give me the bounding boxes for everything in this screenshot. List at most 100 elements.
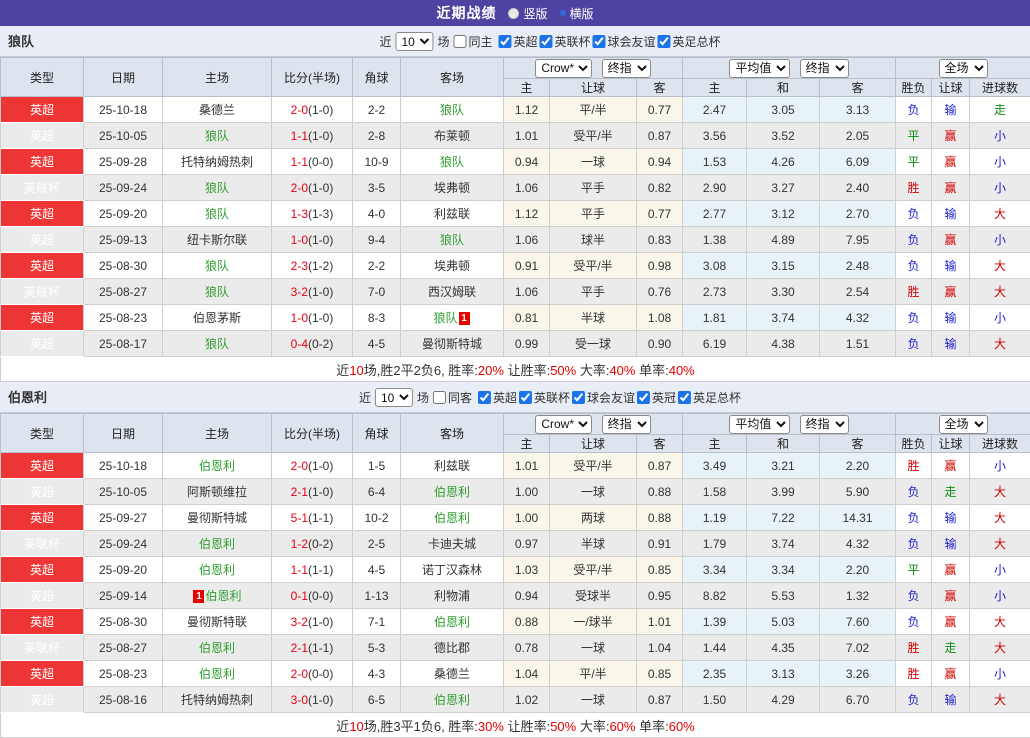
team-link: 狼队 bbox=[205, 337, 229, 351]
score-cell: 1-2(0-2) bbox=[272, 531, 353, 557]
league-filter-球会友谊[interactable]: 球会友谊 bbox=[570, 389, 635, 406]
same-venue-filter[interactable]: 同客 bbox=[431, 389, 472, 406]
team-link: 伯恩利 bbox=[199, 459, 235, 473]
away-team-cell: 埃弗顿 bbox=[401, 175, 504, 201]
goals-result-cell: 小 bbox=[970, 661, 1030, 687]
team-link: 德比郡 bbox=[434, 641, 470, 655]
home-team-cell: 伯恩利 bbox=[163, 531, 272, 557]
avg-select[interactable]: 平均值 bbox=[729, 59, 790, 78]
radio-vertical-icon[interactable] bbox=[508, 8, 519, 19]
league-filter-球会友谊[interactable]: 球会友谊 bbox=[591, 33, 656, 50]
asia-home-odds: 0.91 bbox=[504, 253, 550, 279]
away-team-cell: 西汉姆联 bbox=[401, 279, 504, 305]
league-checkbox[interactable] bbox=[593, 35, 606, 48]
full-score: 3-0 bbox=[291, 693, 308, 707]
same-venue-filter[interactable]: 同主 bbox=[451, 33, 492, 50]
full-score: 0-1 bbox=[291, 589, 308, 603]
col-score: 比分(半场) bbox=[272, 58, 353, 97]
asia-odds-type-select[interactable]: 终指 bbox=[602, 59, 651, 78]
league-checkbox[interactable] bbox=[658, 35, 671, 48]
recent-count-select[interactable]: 10 bbox=[375, 388, 413, 407]
league-badge: 英超 bbox=[1, 149, 84, 175]
same-venue-checkbox[interactable] bbox=[453, 35, 466, 48]
result-cell: 胜 bbox=[896, 279, 932, 305]
league-checkbox[interactable] bbox=[478, 391, 491, 404]
score-cell: 1-1(1-1) bbox=[272, 557, 353, 583]
league-filter-英超[interactable]: 英超 bbox=[496, 33, 537, 50]
bookmaker-select[interactable]: Crow* bbox=[535, 59, 592, 78]
asia-away-odds: 0.94 bbox=[637, 149, 683, 175]
summary-text: 让胜率: bbox=[504, 363, 550, 378]
full-score: 0-4 bbox=[291, 337, 308, 351]
league-filter-英冠[interactable]: 英冠 bbox=[635, 389, 676, 406]
league-checkbox[interactable] bbox=[637, 391, 650, 404]
scope-select[interactable]: 全场 bbox=[939, 415, 988, 434]
league-filter-英联杯[interactable]: 英联杯 bbox=[538, 33, 591, 50]
eu-away-odds: 3.26 bbox=[820, 661, 896, 687]
asia-away-odds: 0.87 bbox=[637, 687, 683, 713]
team-link: 伯恩利 bbox=[205, 589, 241, 603]
match-row: 英联杯25-09-24伯恩利1-2(0-2)2-5卡迪夫城0.97半球0.911… bbox=[1, 531, 1030, 557]
team-link: 桑德兰 bbox=[434, 667, 470, 681]
corner-cell: 10-2 bbox=[353, 505, 401, 531]
bookmaker-select[interactable]: Crow* bbox=[535, 415, 592, 434]
scope-select[interactable]: 全场 bbox=[939, 59, 988, 78]
same-venue-checkbox[interactable] bbox=[433, 391, 446, 404]
league-checkbox[interactable] bbox=[540, 35, 553, 48]
radio-horizontal-icon[interactable] bbox=[560, 10, 566, 16]
league-checkbox[interactable] bbox=[498, 35, 511, 48]
league-checkbox[interactable] bbox=[519, 391, 532, 404]
league-checkbox[interactable] bbox=[572, 391, 585, 404]
league-filter-英足总杯[interactable]: 英足总杯 bbox=[676, 389, 741, 406]
goals-result-cell: 大 bbox=[970, 479, 1030, 505]
asia-away-odds: 0.88 bbox=[637, 505, 683, 531]
away-team-cell: 布莱顿 bbox=[401, 123, 504, 149]
full-score: 5-1 bbox=[291, 511, 308, 525]
league-badge: 英超 bbox=[1, 583, 84, 609]
eu-odds-type-select[interactable]: 终指 bbox=[800, 59, 849, 78]
eu-odds-type-select[interactable]: 终指 bbox=[800, 415, 849, 434]
league-filter-英超[interactable]: 英超 bbox=[476, 389, 517, 406]
league-badge: 英超 bbox=[1, 661, 84, 687]
team-link: 伯恩利 bbox=[434, 485, 470, 499]
league-filter-英足总杯[interactable]: 英足总杯 bbox=[656, 33, 721, 50]
asia-odds-type-select[interactable]: 终指 bbox=[602, 415, 651, 434]
half-score: (0-0) bbox=[308, 155, 333, 169]
layout-option-vertical[interactable]: 竖版 bbox=[508, 5, 547, 22]
asia-handicap: 半球 bbox=[550, 531, 637, 557]
asia-home-odds: 0.94 bbox=[504, 149, 550, 175]
goals-result-cell: 大 bbox=[970, 201, 1030, 227]
handicap-result-cell: 输 bbox=[932, 531, 970, 557]
eu-away-odds: 2.40 bbox=[820, 175, 896, 201]
asia-home-odds: 0.97 bbox=[504, 531, 550, 557]
col-result: 胜负 bbox=[896, 79, 932, 97]
result-cell: 负 bbox=[896, 97, 932, 123]
away-team-cell: 伯恩利 bbox=[401, 687, 504, 713]
col-corner: 角球 bbox=[353, 58, 401, 97]
eu-home-odds: 1.53 bbox=[683, 149, 747, 175]
eu-away-odds: 1.51 bbox=[820, 331, 896, 357]
league-checkbox[interactable] bbox=[678, 391, 691, 404]
col-result: 胜负 bbox=[896, 435, 932, 453]
title-bar: 近期战绩 竖版 横版 bbox=[0, 0, 1030, 26]
asia-handicap: 一球 bbox=[550, 149, 637, 175]
goals-result-cell: 小 bbox=[970, 305, 1030, 331]
corner-cell: 4-3 bbox=[353, 661, 401, 687]
corner-cell: 2-2 bbox=[353, 253, 401, 279]
match-date: 25-08-16 bbox=[84, 687, 163, 713]
asia-home-odds: 1.12 bbox=[504, 201, 550, 227]
col-away: 客场 bbox=[401, 414, 504, 453]
team-link: 伯恩利 bbox=[199, 641, 235, 655]
layout-option-horizontal[interactable]: 横版 bbox=[560, 5, 594, 22]
summary-text: 10 bbox=[349, 719, 363, 734]
col-asia-away: 客 bbox=[637, 435, 683, 453]
league-filter-英联杯[interactable]: 英联杯 bbox=[517, 389, 570, 406]
recent-count-select[interactable]: 10 bbox=[395, 32, 433, 51]
score-cell: 0-4(0-2) bbox=[272, 331, 353, 357]
radio-vertical-label: 竖版 bbox=[523, 5, 547, 22]
col-corner: 角球 bbox=[353, 414, 401, 453]
avg-select[interactable]: 平均值 bbox=[729, 415, 790, 434]
eu-draw-odds: 3.13 bbox=[747, 661, 820, 687]
league-badge: 英联杯 bbox=[1, 531, 84, 557]
league-badge: 英超 bbox=[1, 505, 84, 531]
